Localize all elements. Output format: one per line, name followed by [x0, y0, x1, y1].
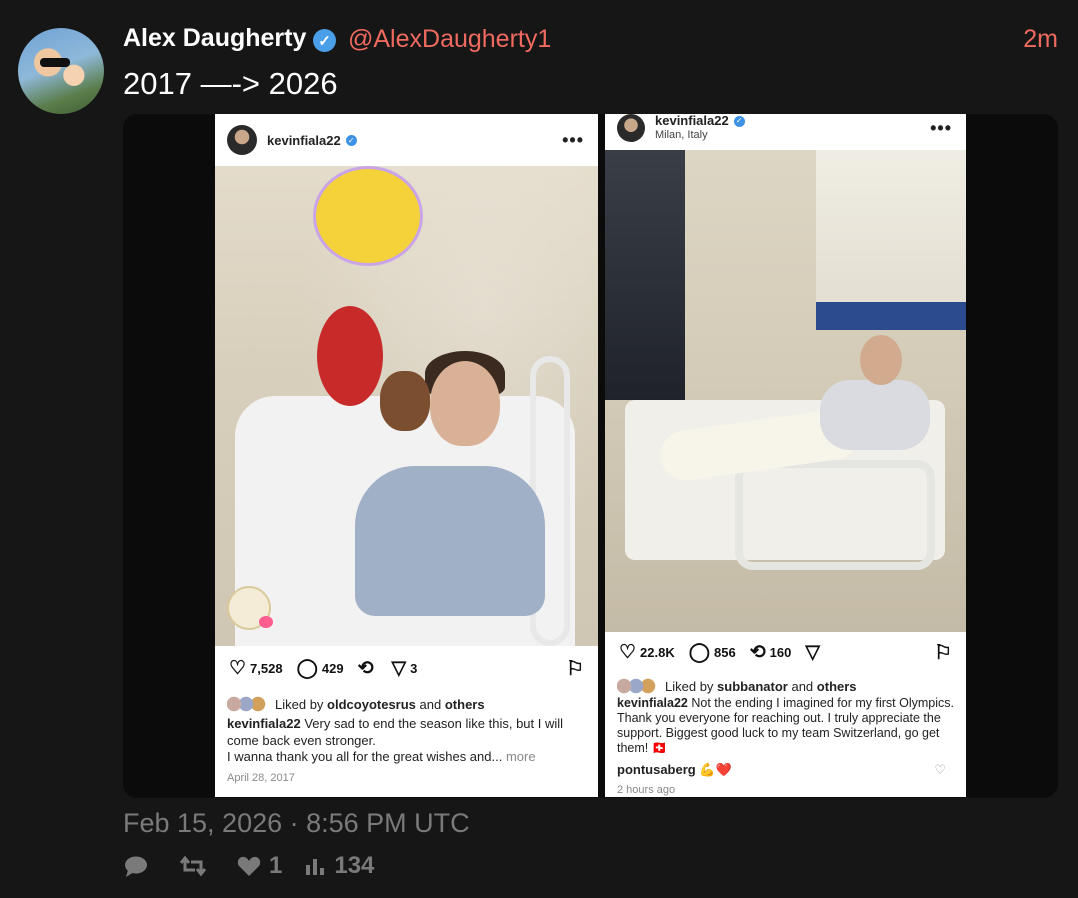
comment-heart-icon: ♡ [934, 762, 946, 777]
bar-chart-icon [306, 859, 325, 875]
liked-by-user: subbanator [717, 678, 788, 694]
post-username: kevinfiala22 [655, 114, 729, 128]
post-caption: kevinfiala22 Very sad to end the season … [227, 716, 586, 766]
like-count: 7,528 [250, 661, 283, 676]
teddy-bear [380, 371, 430, 431]
caption-text-line2: I wanna thank you all for the great wish… [227, 749, 503, 764]
reply-icon [125, 856, 147, 877]
like-count: 22.8K [640, 645, 675, 660]
retweet-icon [179, 855, 207, 877]
instagram-post-2017: kevinfiala22 ✓ ••• ♡ 7,528 ◯ 429 ⟲ ▽ 3 ⚐ Li… [215, 114, 598, 797]
liker-avatars [227, 696, 269, 712]
like-count: 1 [269, 852, 283, 879]
post-username: kevinfiala22 [267, 132, 341, 148]
repost-icon: ⟲ [357, 658, 374, 679]
author-avatar[interactable] [18, 28, 104, 114]
heart-icon [237, 856, 261, 876]
liked-by-and: and [419, 696, 442, 712]
caption-username: kevinfiala22 [227, 716, 301, 731]
patient-face [430, 361, 500, 446]
hospital-photo-2017 [215, 166, 598, 646]
tweet-media[interactable]: kevinfiala22 ✓ ••• ♡ 7,528 ◯ 429 ⟲ ▽ 3 ⚐ Li… [123, 114, 1058, 798]
hospital-photo-2026 [605, 150, 966, 632]
more-options-icon: ••• [930, 117, 952, 138]
more-options-icon: ••• [562, 129, 584, 150]
tweet-date[interactable]: Feb 15, 2026 · 8:56 PM UTC [123, 808, 470, 839]
tweet-text: 2017 —-> 2026 [123, 66, 338, 101]
top-comment: pontusaberg 💪❤️ ♡ [617, 762, 954, 778]
avatar-glasses [40, 58, 70, 67]
author-name[interactable]: Alex Daugherty [123, 24, 306, 53]
views-stat[interactable]: 134 [304, 852, 374, 880]
repost-count: 160 [769, 645, 792, 660]
post-caption: kevinfiala22 Not the ending I imagined f… [617, 696, 954, 756]
post-actions: ♡ 7,528 ◯ 429 ⟲ ▽ 3 ⚐ [229, 657, 598, 680]
post-date: April 28, 2017 [227, 772, 295, 784]
comment-username: pontusaberg [617, 762, 696, 777]
liker-avatars [617, 678, 659, 694]
repost-icon: ⟲ [749, 642, 766, 663]
story-sticker [227, 586, 273, 630]
send-icon: ▽ [805, 642, 820, 663]
liked-by-user: oldcoyotesrus [327, 696, 416, 712]
verified-icon: ✓ [345, 134, 357, 146]
liked-by-others: others [444, 696, 485, 712]
liked-by-and: and [791, 678, 814, 694]
bookmark-icon: ⚐ [934, 642, 952, 664]
patient-gown [820, 380, 930, 450]
post-avatar [617, 114, 645, 142]
patient-face [860, 335, 902, 385]
post-actions: ♡ 22.8K ◯ 856 ⟲ 160 ▽ ⚐ [619, 641, 966, 664]
comment-bubble-icon: ◯ [688, 642, 711, 663]
tweet-time-ago[interactable]: 2m [1023, 25, 1058, 54]
caption-more: more [505, 749, 536, 764]
comment-count: 429 [321, 661, 344, 676]
window [605, 150, 685, 400]
heart-icon: ♡ [229, 658, 247, 679]
bed-frame [735, 460, 935, 570]
post-header: kevinfiala22 ✓ ••• [215, 114, 598, 166]
like-button[interactable]: 1 [237, 852, 282, 880]
liked-by: Liked by oldcoyotesrus and others [227, 696, 485, 712]
patient-gown [355, 466, 545, 616]
comment-text: 💪❤️ [699, 762, 732, 777]
post-header: kevinfiala22 ✓ Milan, Italy ••• [605, 114, 966, 150]
post-location: Milan, Italy [655, 129, 708, 141]
view-count: 134 [334, 852, 375, 879]
smiley-balloon [313, 166, 423, 266]
heart-icon: ♡ [619, 642, 637, 663]
instagram-post-2026: kevinfiala22 ✓ Milan, Italy ••• ♡ 22.8K ◯ 8… [605, 114, 966, 797]
liked-by: Liked by subbanator and others [617, 678, 857, 694]
post-time-ago: 2 hours ago [617, 784, 676, 796]
retweet-button[interactable] [179, 855, 215, 877]
liked-by-prefix: Liked by [665, 678, 714, 694]
liked-by-prefix: Liked by [275, 696, 324, 712]
send-icon: ▽ [391, 658, 407, 679]
wall-panel [816, 150, 966, 320]
reply-button[interactable] [123, 854, 157, 878]
bookmark-icon: ⚐ [566, 658, 584, 680]
post-header-text: kevinfiala22 ✓ Milan, Italy [655, 114, 745, 142]
tweet-stats: 1 134 [123, 852, 396, 880]
heart-icon [259, 616, 273, 628]
red-balloon [317, 306, 383, 406]
comment-bubble-icon: ◯ [296, 658, 318, 679]
verified-badge-icon: ✓ [313, 29, 336, 52]
verified-icon: ✓ [733, 115, 745, 127]
wall-stripe [816, 302, 966, 330]
liked-by-others: others [816, 678, 857, 694]
share-count: 3 [410, 661, 418, 676]
caption-username: kevinfiala22 [617, 696, 688, 710]
author-handle[interactable]: @AlexDaugherty1 [348, 25, 551, 54]
post-avatar [227, 125, 257, 155]
comment-count: 856 [714, 645, 736, 660]
